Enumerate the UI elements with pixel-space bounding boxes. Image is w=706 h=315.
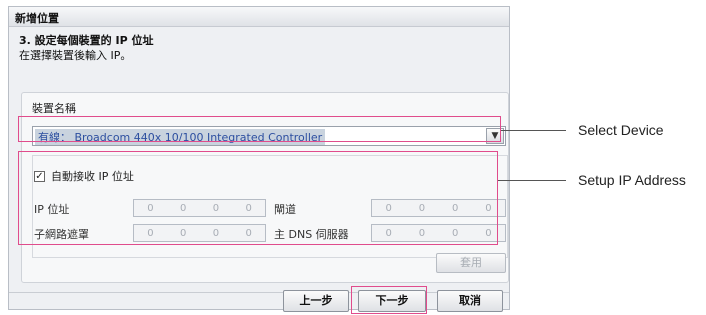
- setup-ip-callout-line: [498, 180, 566, 181]
- select-device-callout: Select Device: [578, 122, 664, 138]
- select-device-callout-line: [501, 130, 566, 131]
- setup-ip-callout: Setup IP Address: [578, 172, 686, 188]
- back-button[interactable]: 上一步: [283, 290, 349, 312]
- ip-settings-highlight-box: [18, 151, 498, 245]
- device-highlight-box: [18, 116, 501, 142]
- device-name-label: 裝置名稱: [32, 102, 76, 115]
- next-button-highlight-box: [351, 286, 427, 314]
- step-description: 在選擇裝置後輸入 IP。: [19, 49, 132, 62]
- apply-button[interactable]: 套用: [436, 253, 506, 273]
- step-title: 3. 設定每個裝置的 IP 位址: [19, 34, 154, 47]
- dialog-title: 新增位置: [9, 7, 509, 27]
- cancel-button[interactable]: 取消: [437, 290, 503, 312]
- footer-divider: [9, 292, 509, 293]
